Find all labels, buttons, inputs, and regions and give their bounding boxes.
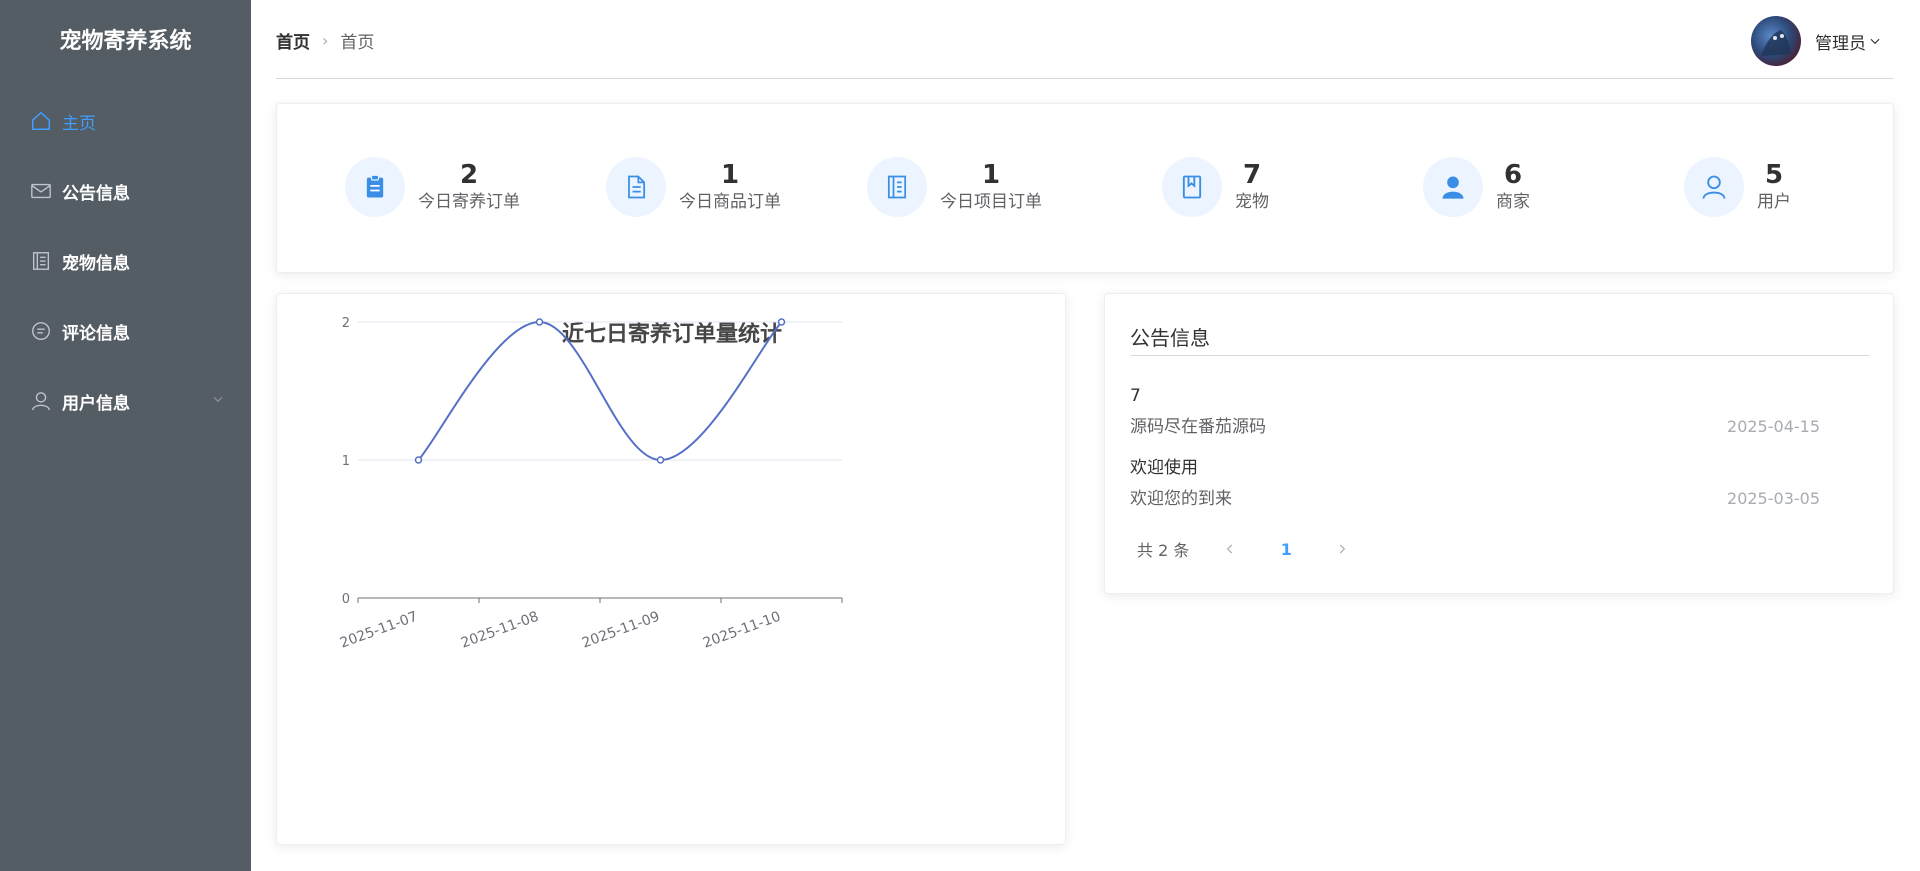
sidebar-item-users[interactable]: 用户信息 xyxy=(0,366,251,436)
data-point[interactable] xyxy=(414,456,423,464)
clipboard-icon xyxy=(345,157,405,217)
sidebar-item-pets[interactable]: 宠物信息 xyxy=(0,226,251,296)
stat-project-orders: 1 今日项目订单 xyxy=(867,157,1042,217)
sidebar: 宠物寄养系统 主页 公告信息 宠物信息 评论信息 用户信息 xyxy=(0,0,251,871)
y-tick-label: 1 xyxy=(342,454,350,469)
stat-label: 商家 xyxy=(1496,192,1530,212)
chevron-down-icon xyxy=(213,396,223,403)
stat-value: 7 xyxy=(1242,160,1262,190)
y-tick-label: 2 xyxy=(342,316,350,331)
stat-product-orders: 1 今日商品订单 xyxy=(606,157,781,217)
stat-merchants: 6 商家 xyxy=(1423,157,1530,217)
header-bar: 首页 › 首页 管理员 xyxy=(276,0,1894,79)
pagination-total: 共 2 条 xyxy=(1137,541,1190,560)
data-point[interactable] xyxy=(777,318,786,326)
x-tick-label: 2025-11-09 xyxy=(580,609,662,652)
notice-item[interactable]: 欢迎使用 欢迎您的到来 2025-03-05 xyxy=(1130,454,1820,516)
stats-card: 2 今日寄养订单 1 今日商品订单 1 今日项目订单 7 宠物 6 商家 5 用… xyxy=(276,103,1894,273)
stat-value: 2 xyxy=(459,160,479,190)
sidebar-item-label: 用户信息 xyxy=(62,393,130,414)
book-icon xyxy=(1162,157,1222,217)
avatar[interactable] xyxy=(1751,16,1801,66)
stat-label: 宠物 xyxy=(1235,192,1269,212)
sidebar-item-label: 主页 xyxy=(62,113,96,134)
notice-title: 公告信息 xyxy=(1130,322,1870,356)
chevron-right-icon[interactable] xyxy=(1327,534,1357,564)
sidebar-item-comments[interactable]: 评论信息 xyxy=(0,296,251,366)
line-chart: 近七日寄养订单量统计 0 1 2 2025-11-07 2025-11-08 2025-1… xyxy=(338,316,843,652)
x-tick-label: 2025-11-10 xyxy=(701,609,783,652)
notice-item[interactable]: 7 源码尽在番茄源码 2025-04-15 xyxy=(1130,382,1820,444)
stat-foster-orders: 2 今日寄养订单 xyxy=(345,157,520,217)
pagination: 共 2 条 1 xyxy=(1137,534,1357,564)
sidebar-item-label: 宠物信息 xyxy=(62,253,130,274)
stat-label: 用户 xyxy=(1757,192,1791,212)
notice-item-content: 源码尽在番茄源码 xyxy=(1130,417,1266,437)
x-tick-label: 2025-11-07 xyxy=(338,609,420,652)
home-icon xyxy=(30,110,52,132)
breadcrumb: 首页 › 首页 xyxy=(276,28,374,53)
stat-value: 1 xyxy=(981,160,1001,190)
user-icon xyxy=(30,390,52,412)
sidebar-item-label: 评论信息 xyxy=(62,323,130,344)
pagination-page[interactable]: 1 xyxy=(1271,540,1301,559)
notice-item-date: 2025-04-15 xyxy=(1727,417,1820,436)
user-icon xyxy=(1684,157,1744,217)
breadcrumb-home[interactable]: 首页 xyxy=(276,28,310,53)
chart-card: 近七日寄养订单量统计 0 1 2 2025-11-07 2025-11-08 2025-1… xyxy=(276,293,1066,845)
stat-value: 6 xyxy=(1503,160,1523,190)
sidebar-item-home[interactable]: 主页 xyxy=(0,86,251,156)
breadcrumb-separator-icon: › xyxy=(322,31,329,50)
document-icon xyxy=(606,157,666,217)
chevron-down-icon[interactable] xyxy=(1868,34,1882,48)
sidebar-item-notice[interactable]: 公告信息 xyxy=(0,156,251,226)
stat-value: 1 xyxy=(720,160,740,190)
notice-item-content: 欢迎您的到来 xyxy=(1130,489,1232,509)
data-point[interactable] xyxy=(535,318,544,326)
notice-item-date: 2025-03-05 xyxy=(1727,489,1820,508)
y-tick-label: 0 xyxy=(342,592,350,607)
notice-item-title[interactable]: 7 xyxy=(1130,382,1820,410)
sidebar-item-label: 公告信息 xyxy=(62,183,130,204)
x-tick-label: 2025-11-08 xyxy=(459,609,541,652)
document-icon xyxy=(30,250,52,272)
notice-card: 公告信息 7 源码尽在番茄源码 2025-04-15 欢迎使用 欢迎您的到来 2… xyxy=(1104,293,1894,594)
mail-icon xyxy=(30,180,52,202)
stat-pets: 7 宠物 xyxy=(1162,157,1269,217)
chevron-left-icon[interactable] xyxy=(1215,534,1245,564)
stat-label: 今日商品订单 xyxy=(679,192,781,212)
chat-icon xyxy=(30,320,52,342)
data-point[interactable] xyxy=(656,456,665,464)
stat-users: 5 用户 xyxy=(1684,157,1791,217)
breadcrumb-current: 首页 xyxy=(340,33,375,53)
username[interactable]: 管理员 xyxy=(1815,29,1866,54)
stat-label: 今日项目订单 xyxy=(940,192,1042,212)
user-filled-icon xyxy=(1423,157,1483,217)
chart-title: 近七日寄养订单量统计 xyxy=(562,321,782,347)
notebook-icon xyxy=(867,157,927,217)
stat-value: 5 xyxy=(1764,160,1784,190)
user-menu[interactable]: 管理员 xyxy=(1751,16,1882,66)
main-content: 首页 › 首页 管理员 2 今日寄养订单 1 今日商品订单 1 今日项目订单 7… xyxy=(251,0,1920,871)
stat-label: 今日寄养订单 xyxy=(418,192,520,212)
notice-item-title[interactable]: 欢迎使用 xyxy=(1130,454,1820,482)
app-title: 宠物寄养系统 xyxy=(59,29,192,54)
